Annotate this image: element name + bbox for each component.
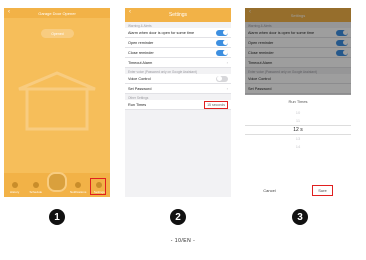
nav-history[interactable]: History bbox=[7, 182, 23, 194]
top-bar: ‹ Settings bbox=[125, 8, 231, 22]
settings-row-close-reminder: Close reminder bbox=[125, 48, 231, 58]
row-label: Alarm when door is open for some time bbox=[128, 30, 195, 35]
settings-row-run-times[interactable]: Run Times 15 seconds bbox=[125, 100, 231, 110]
door-status-pill: Opened bbox=[41, 29, 74, 38]
settings-row-open-reminder: Open reminder bbox=[125, 38, 231, 48]
history-icon bbox=[11, 182, 18, 188]
schedule-icon bbox=[32, 182, 39, 188]
sheet-title: Run Times bbox=[288, 99, 308, 104]
picker-option[interactable]: 11 bbox=[245, 117, 351, 125]
row-label: Open reminder bbox=[128, 40, 154, 45]
phone-screen-1: ‹ Garage Door Opener Opened History Sche… bbox=[4, 8, 110, 197]
picker-option[interactable]: 10 bbox=[245, 109, 351, 117]
nav-label: History bbox=[9, 190, 20, 194]
nav-schedule[interactable]: Schedule bbox=[28, 182, 44, 194]
nav-label: Notifications bbox=[69, 190, 87, 194]
picker-option[interactable]: 13 bbox=[245, 135, 351, 143]
sure-button[interactable]: Sure bbox=[312, 184, 333, 196]
chevron-right-icon: › bbox=[226, 86, 228, 91]
page-title: Settings bbox=[168, 12, 188, 18]
cancel-button[interactable]: Cancel bbox=[263, 188, 275, 193]
picker-option[interactable]: 14 bbox=[245, 143, 351, 151]
page-footer: - 10/EN - bbox=[170, 238, 196, 244]
step-number-3: 3 bbox=[292, 209, 308, 225]
run-times-value[interactable]: 15 seconds bbox=[204, 100, 228, 109]
close-reminder-toggle[interactable] bbox=[216, 49, 228, 56]
row-label: Voice Control bbox=[128, 76, 151, 81]
picker-selected[interactable]: 12 s bbox=[245, 125, 351, 135]
phone-screen-3: ‹ Settings Warning & Alerts Alarm when d… bbox=[245, 8, 351, 197]
picker-selected-value: 12 bbox=[293, 127, 299, 133]
run-times-picker-sheet: Run Times 10 11 12 s 13 14 Cancel Sure bbox=[245, 95, 351, 197]
row-label: Set Password bbox=[128, 86, 152, 91]
nav-center-button[interactable] bbox=[46, 172, 67, 194]
settings-row-password[interactable]: Set Password › bbox=[125, 84, 231, 94]
step-number-2: 2 bbox=[170, 209, 186, 225]
bell-icon bbox=[75, 182, 82, 188]
settings-row-timeout[interactable]: Timeout Alarm › bbox=[125, 58, 231, 68]
open-reminder-toggle[interactable] bbox=[216, 39, 228, 46]
settings-highlight-box bbox=[90, 178, 106, 195]
phone-screen-2: ‹ Settings Warning & Alerts Alarm when d… bbox=[125, 8, 231, 197]
app-title: Garage Door Opener bbox=[38, 10, 76, 16]
row-label: Timeout Alarm bbox=[128, 60, 153, 65]
alarm-toggle[interactable] bbox=[216, 29, 228, 36]
settings-row-voice-control: Voice Control bbox=[125, 74, 231, 84]
back-icon[interactable]: ‹ bbox=[129, 9, 131, 15]
back-icon[interactable]: ‹ bbox=[8, 9, 10, 15]
top-bar: ‹ Garage Door Opener bbox=[4, 8, 110, 18]
nav-notifications[interactable]: Notifications bbox=[70, 182, 86, 194]
settings-row-alarm: Alarm when door is open for some time bbox=[125, 28, 231, 38]
voice-control-toggle[interactable] bbox=[216, 75, 228, 82]
row-label: Run Times bbox=[128, 102, 147, 107]
garage-door-icon[interactable] bbox=[17, 71, 97, 131]
step-number-1: 1 bbox=[49, 209, 65, 225]
picker-unit: s bbox=[300, 127, 303, 133]
power-button-icon bbox=[46, 172, 67, 192]
number-picker-wheel[interactable]: 10 11 12 s 13 14 bbox=[245, 109, 351, 151]
row-label: Close reminder bbox=[128, 50, 154, 55]
chevron-right-icon: › bbox=[226, 60, 228, 65]
sheet-buttons: Cancel Sure bbox=[245, 183, 351, 197]
nav-label: Schedule bbox=[29, 190, 43, 194]
